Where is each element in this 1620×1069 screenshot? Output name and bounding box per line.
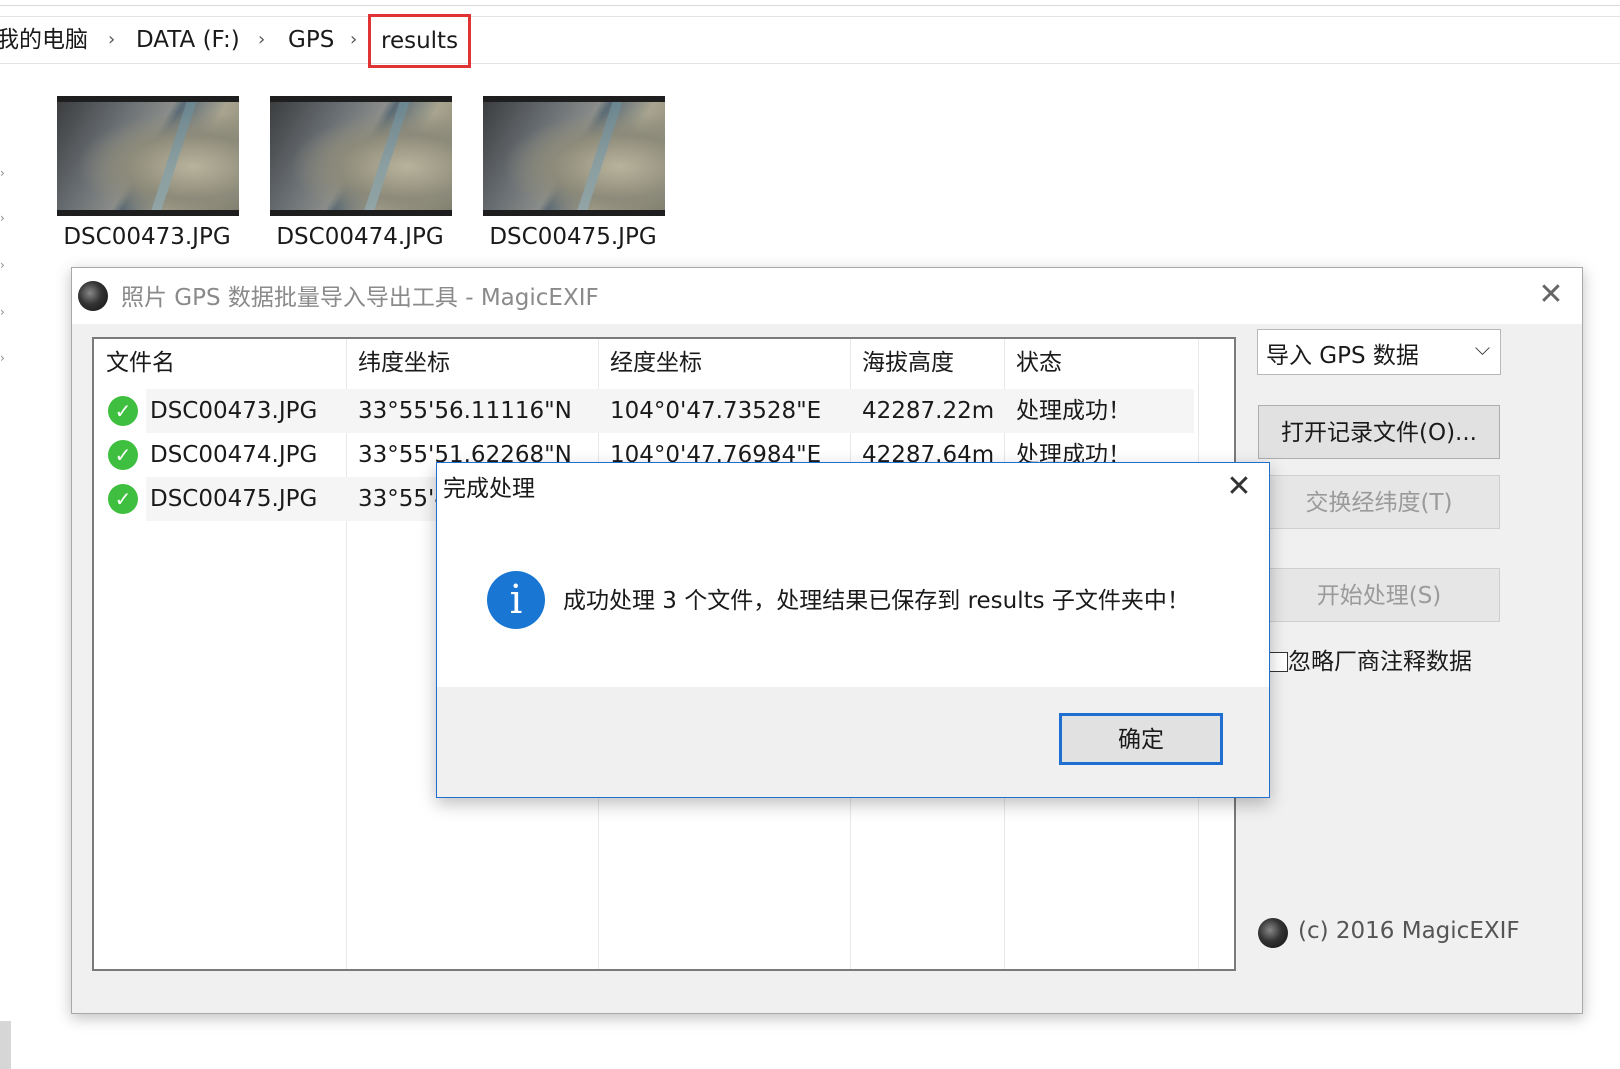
column-header-longitude[interactable]: 经度坐标	[598, 339, 850, 387]
check-circle-icon: ✓	[108, 484, 138, 514]
column-header-status[interactable]: 状态	[1004, 339, 1198, 387]
breadcrumb-chevron-icon[interactable]: ›	[350, 23, 357, 57]
dialog-title: 完成处理	[443, 476, 535, 502]
navigation-pane[interactable]: › › › › ›	[0, 63, 18, 1069]
magicexif-logo-icon	[1258, 918, 1288, 948]
info-icon: i	[487, 571, 545, 629]
ok-button[interactable]: 确定	[1059, 713, 1223, 765]
file-name-label[interactable]: DSC00473.JPG	[47, 224, 247, 250]
aerial-photo-image	[57, 102, 239, 210]
mode-select-dropdown[interactable]: 导入 GPS 数据 ⌵	[1257, 329, 1501, 375]
magicexif-logo-icon	[78, 281, 108, 311]
file-thumbnail[interactable]	[270, 96, 452, 216]
file-thumbnail[interactable]	[483, 96, 665, 216]
mode-select-value: 导入 GPS 数据	[1266, 343, 1419, 369]
cell-filename: DSC00474.JPG	[150, 442, 318, 468]
breadcrumb-gps[interactable]: GPS	[288, 23, 334, 57]
file-name-label[interactable]: DSC00474.JPG	[260, 224, 460, 250]
address-bar[interactable]: 我的电脑 › DATA (F:) › GPS › results	[0, 14, 1620, 68]
breadcrumb-this-pc[interactable]: 我的电脑	[0, 23, 88, 57]
dialog-footer: 确定	[437, 687, 1269, 797]
completion-dialog: 完成处理 ✕ i 成功处理 3 个文件，处理结果已保存到 results 子文件…	[436, 462, 1270, 798]
window-titlebar[interactable]: 照片 GPS 数据批量导入导出工具 - MagicEXIF ✕	[72, 268, 1582, 324]
nav-scrollbar[interactable]	[0, 1021, 11, 1069]
cell-latitude: 33°55'56.11116"N	[346, 389, 598, 433]
breadcrumb-chevron-icon[interactable]: ›	[258, 23, 265, 57]
file-thumbnail[interactable]	[57, 96, 239, 216]
swap-coords-button[interactable]: 交换经纬度(T)	[1258, 475, 1500, 529]
expand-arrow-icon[interactable]: ›	[0, 259, 6, 271]
close-icon[interactable]: ✕	[1219, 467, 1259, 507]
expand-arrow-icon[interactable]: ›	[0, 167, 6, 179]
table-row[interactable]: ✓ DSC00473.JPG 33°55'56.11116"N 104°0'47…	[94, 389, 1194, 433]
column-header-altitude[interactable]: 海拔高度	[850, 339, 1004, 387]
check-circle-icon: ✓	[108, 396, 138, 426]
expand-arrow-icon[interactable]: ›	[0, 306, 6, 318]
window-top-border	[0, 5, 1620, 6]
check-circle-icon: ✓	[108, 440, 138, 470]
breadcrumb-results[interactable]: results	[368, 14, 472, 68]
aerial-photo-image	[483, 102, 665, 210]
cell-status: 处理成功！	[1004, 389, 1194, 433]
close-icon[interactable]: ✕	[1532, 276, 1570, 314]
cell-filename: DSC00475.JPG	[146, 477, 346, 521]
breadcrumb-drive[interactable]: DATA (F:)	[136, 23, 240, 57]
window-title: 照片 GPS 数据批量导入导出工具 - MagicEXIF	[121, 285, 599, 311]
open-log-button[interactable]: 打开记录文件(O)...	[1258, 405, 1500, 459]
expand-arrow-icon[interactable]: ›	[0, 352, 6, 364]
file-name-label[interactable]: DSC00475.JPG	[473, 224, 673, 250]
checkbox-box[interactable]	[1268, 652, 1288, 672]
dialog-message: 成功处理 3 个文件，处理结果已保存到 results 子文件夹中！	[563, 588, 1190, 614]
column-header-latitude[interactable]: 纬度坐标	[346, 339, 598, 387]
cell-filename: DSC00473.JPG	[146, 389, 346, 433]
cell-longitude: 104°0'47.73528"E	[598, 389, 850, 433]
aerial-photo-image	[270, 102, 452, 210]
checkbox-label[interactable]: 忽略厂商注释数据	[1288, 646, 1472, 678]
start-process-button[interactable]: 开始处理(S)	[1258, 568, 1500, 622]
expand-arrow-icon[interactable]: ›	[0, 212, 6, 224]
chevron-down-icon: ⌵	[1474, 336, 1490, 360]
copyright-text: (c) 2016 MagicEXIF	[1298, 918, 1520, 944]
column-header-filename[interactable]: 文件名	[94, 339, 346, 387]
cell-altitude: 42287.22m	[850, 389, 1004, 433]
breadcrumb-chevron-icon[interactable]: ›	[108, 23, 115, 57]
